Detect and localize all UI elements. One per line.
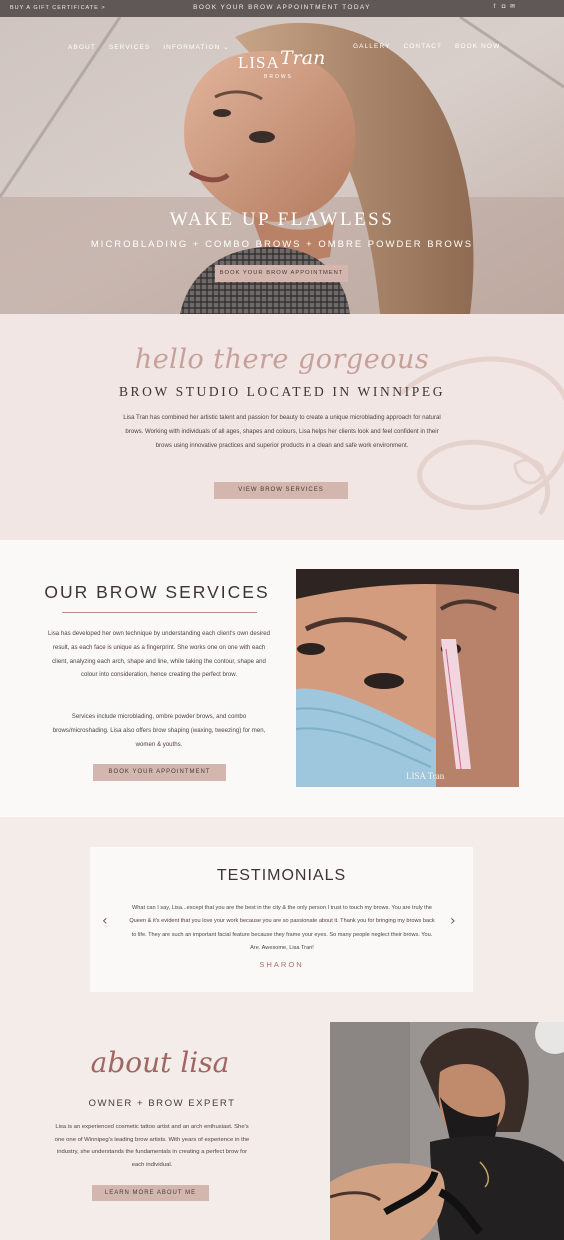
email-icon[interactable]: ✉ [510, 4, 516, 10]
services-section: OUR BROW SERVICES Lisa has developed her… [0, 540, 564, 817]
about-photo [330, 1022, 564, 1240]
brand-logo[interactable]: LISA Tran BROWS [230, 29, 330, 89]
about-section: about lisa OWNER + BROW EXPERT Lisa is a… [0, 1022, 564, 1240]
nav-item-information[interactable]: INFORMATION ⌄ [163, 43, 230, 51]
nav-left: ABOUT SERVICES INFORMATION ⌄ [68, 43, 230, 51]
about-paragraph: Lisa is an experienced cosmetic tattoo a… [54, 1124, 250, 1168]
next-testimonial-arrow[interactable]: › [450, 913, 456, 929]
instagram-icon[interactable]: ◘ [501, 4, 507, 10]
services-paragraph-2: Services include microblading, ombre pow… [52, 713, 266, 748]
testimonial-author: SHARON [259, 960, 304, 969]
nav-item-gallery[interactable]: GALLERY [353, 43, 391, 50]
book-appointment-banner-link[interactable]: BOOK YOUR BROW APPOINTMENT TODAY [0, 4, 564, 11]
facebook-icon[interactable]: f [492, 4, 498, 10]
book-appointment-button[interactable]: BOOK YOUR BROW APPOINTMENT [215, 265, 348, 282]
logo-tagline: BROWS [264, 74, 293, 80]
social-links: f ◘ ✉ [492, 4, 516, 10]
intro-script-heading: hello there gorgeous [134, 344, 430, 375]
services-title: OUR BROW SERVICES [44, 582, 270, 602]
testimonials-section: TESTIMONIALS ‹ What can I say, Lisa...ex… [0, 817, 564, 1022]
intro-section: hello there gorgeous BROW STUDIO LOCATED… [0, 314, 564, 540]
view-brow-services-button[interactable]: VIEW BROW SERVICES [214, 482, 348, 499]
book-your-appointment-button[interactable]: BOOK YOUR APPOINTMENT [93, 764, 226, 781]
nav-right: GALLERY CONTACT BOOK NOW [353, 43, 500, 50]
services-photo: LISA Tran [296, 569, 519, 787]
top-announcement-bar: BUY A GIFT CERTIFICATE > BOOK YOUR BROW … [0, 0, 564, 17]
logo-name: LISA [238, 53, 280, 72]
photo-watermark: LISA Tran [406, 771, 445, 781]
testimonial-quote: What can I say, Lisa...except that you a… [129, 905, 435, 951]
testimonial-card: TESTIMONIALS ‹ What can I say, Lisa...ex… [90, 847, 473, 992]
nav-item-services[interactable]: SERVICES [109, 44, 151, 51]
hero-subtitle: MICROBLADING + COMBO BROWS + OMBRE POWDE… [90, 239, 474, 250]
about-script-heading: about lisa [90, 1046, 230, 1079]
about-subtitle: OWNER + BROW EXPERT [88, 1098, 236, 1109]
services-paragraph-1: Lisa has developed her own technique by … [47, 630, 271, 679]
nav-item-book-now[interactable]: BOOK NOW [455, 43, 500, 50]
logo-script: Tran [280, 47, 326, 69]
hero-section: ABOUT SERVICES INFORMATION ⌄ LISA Tran B… [0, 17, 564, 314]
learn-more-about-me-button[interactable]: LEARN MORE ABOUT ME [92, 1185, 209, 1201]
intro-paragraph: Lisa Tran has combined her artistic tale… [123, 414, 441, 449]
testimonials-title: TESTIMONIALS [216, 867, 347, 884]
nav-item-contact[interactable]: CONTACT [403, 43, 442, 50]
hero-title: WAKE UP FLAWLESS [169, 209, 395, 230]
services-divider [62, 612, 257, 613]
nav-item-about[interactable]: ABOUT [68, 44, 96, 51]
intro-heading: BROW STUDIO LOCATED IN WINNIPEG [118, 384, 446, 399]
previous-testimonial-arrow[interactable]: ‹ [102, 913, 108, 929]
